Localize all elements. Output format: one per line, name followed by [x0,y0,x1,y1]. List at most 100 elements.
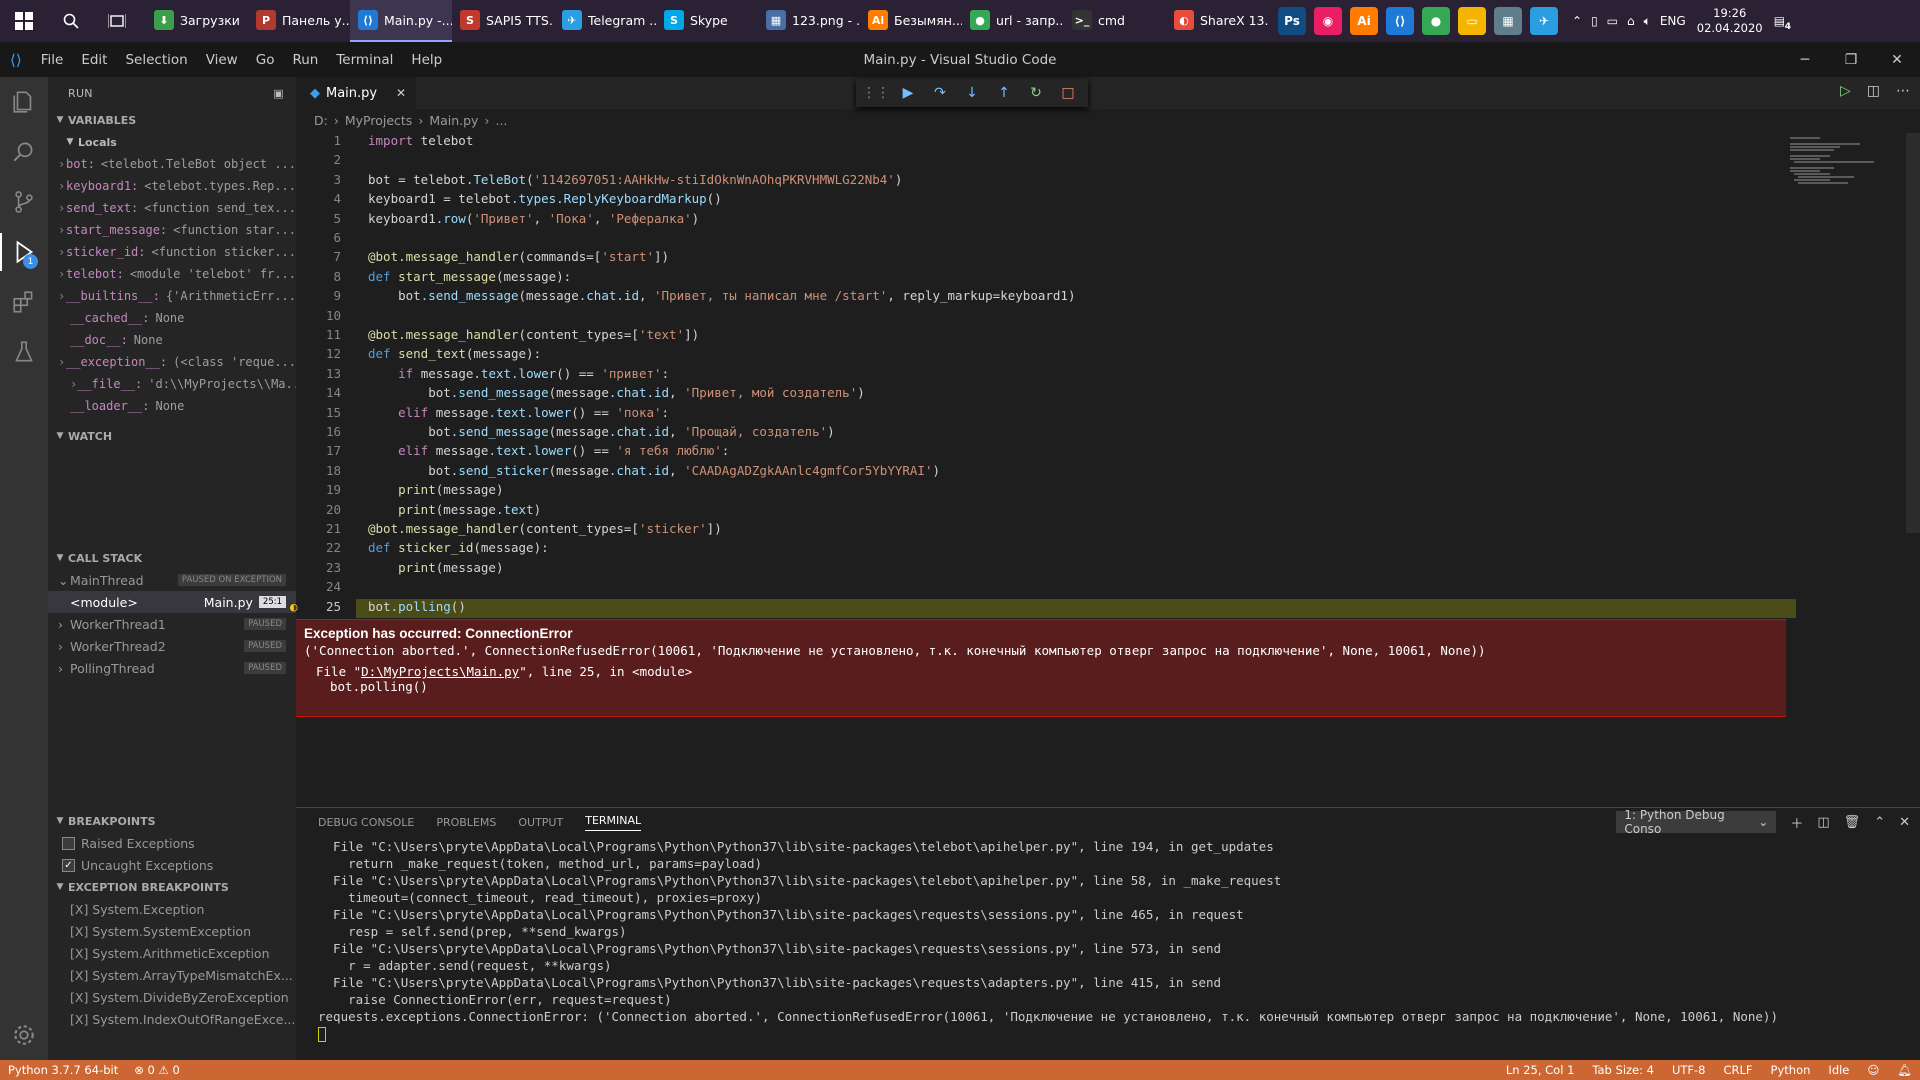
exception-breakpoint-row[interactable]: [X] System.ArithmeticException [48,942,296,964]
taskbar-app-7[interactable]: Ai Безымян... [860,0,962,42]
feedback-icon[interactable]: ☺ [1867,1063,1879,1077]
variable-row[interactable]: › __exception__: (<class 'reque... [48,351,296,373]
call-stack-frame[interactable]: ⌄ MainThread PAUSED ON EXCEPTION [48,569,296,591]
split-editor-icon[interactable]: ◫ [1867,83,1880,99]
network-icon[interactable]: ⌂ [1627,14,1635,28]
pinned-app-1[interactable]: ◉ [1310,0,1346,42]
taskbar-app-0[interactable]: ⬇ Загрузки [146,0,248,42]
run-debug-icon[interactable]: 1 [0,227,48,277]
cursor-position[interactable]: Ln 25, Col 1 [1506,1063,1575,1077]
task-view-icon[interactable] [94,0,140,42]
menu-item-view[interactable]: View [197,52,247,68]
status-extra[interactable]: Idle [1828,1063,1849,1077]
usb-icon[interactable]: ▯ [1591,14,1598,28]
variable-row[interactable]: › send_text: <function send_tex... [48,197,296,219]
windows-start-icon[interactable] [0,0,48,42]
problems-count[interactable]: ⊗ 0 ⚠ 0 [134,1063,180,1077]
breadcrumb-item[interactable]: Main.py [429,113,478,128]
taskbar-app-10[interactable]: ◐ ShareX 13.1 [1166,0,1268,42]
exception-breakpoints-section-header[interactable]: ▼ EXCEPTION BREAKPOINTS [48,876,296,898]
panel-tab-problems[interactable]: PROBLEMS [436,816,496,829]
exception-breakpoint-row[interactable]: [X] System.DivideByZeroException [48,986,296,1008]
terminal-output[interactable]: File "C:\Users\pryte\AppData\Local\Progr… [318,838,1778,1042]
close-panel-icon[interactable]: ✕ [1899,815,1910,830]
exception-breakpoint-row[interactable]: [X] System.SystemException [48,920,296,942]
battery-icon[interactable]: ▭ [1607,14,1618,28]
bell-icon[interactable]: 🔔︎ [1897,1063,1912,1077]
taskbar-app-8[interactable]: ● url - запр... [962,0,1064,42]
breadcrumb-item[interactable]: ... [495,113,507,128]
terminal-select[interactable]: 1: Python Debug Conso ⌄ [1616,808,1777,836]
menu-item-edit[interactable]: Edit [72,52,116,68]
maximize-button[interactable]: ❐ [1828,42,1874,77]
breakpoint-row[interactable]: ✓ Uncaught Exceptions [48,854,296,876]
variable-row[interactable]: __loader__: None [48,395,296,417]
terminal-prompt[interactable] [318,1025,1778,1042]
pinned-app-5[interactable]: ▭ [1454,0,1490,42]
volume-icon[interactable]: 🔈︎ [1644,14,1651,29]
menu-item-go[interactable]: Go [247,52,284,68]
language-indicator[interactable]: ENG [1660,14,1686,28]
taskbar-app-5[interactable]: S Skype [656,0,758,42]
trash-icon[interactable]: 🗑︎ [1844,815,1861,830]
menu-item-selection[interactable]: Selection [116,52,196,68]
step-over-icon[interactable]: ↷ [928,81,952,105]
menu-item-help[interactable]: Help [402,52,451,68]
notification-icon[interactable]: ▤ 4 [1774,14,1791,32]
panel-tab-terminal[interactable]: TERMINAL [585,814,642,831]
call-stack-frame[interactable]: › PollingThread PAUSED [48,657,296,679]
locals-scope[interactable]: ▼ Locals [48,131,296,153]
trace-file-link[interactable]: D:\MyProjects\Main.py [361,664,519,679]
call-stack-frame[interactable]: <module> Main.py 25:1 [48,591,296,613]
minimize-button[interactable]: ─ [1782,42,1828,77]
variable-row[interactable]: › keyboard1: <telebot.types.Rep... [48,175,296,197]
explorer-icon[interactable] [0,77,48,127]
pinned-app-0[interactable]: Ps [1274,0,1310,42]
clock[interactable]: 19:26 02.04.2020 [1695,6,1765,36]
encoding[interactable]: UTF-8 [1672,1063,1706,1077]
drag-handle-icon[interactable]: ⋮⋮ [862,81,890,105]
variables-section-header[interactable]: ▼ VARIABLES [48,109,296,131]
taskbar-app-1[interactable]: P Панель у... [248,0,350,42]
source-control-icon[interactable] [0,177,48,227]
taskbar-app-6[interactable]: ▦ 123.png - ... [758,0,860,42]
taskbar-app-9[interactable]: >_ cmd [1064,0,1166,42]
continue-icon[interactable]: ▶ [896,81,920,105]
more-actions-icon[interactable]: ⋯ [1896,83,1910,99]
tab-main-py[interactable]: ◆ Main.py ✕ [296,77,416,109]
search-icon[interactable] [0,127,48,177]
pinned-app-6[interactable]: ▦ [1490,0,1526,42]
run-file-icon[interactable]: ▷ [1840,83,1851,99]
chevron-up-icon[interactable]: ⌃ [1572,14,1582,28]
variable-row[interactable]: __cached__: None [48,307,296,329]
checkbox[interactable] [62,836,75,850]
variable-row[interactable]: › __builtins__: {'ArithmeticErr... [48,285,296,307]
minimap[interactable] [1780,133,1920,193]
exception-breakpoint-row[interactable]: [X] System.Exception [48,898,296,920]
pinned-app-4[interactable]: ● [1418,0,1454,42]
breadcrumb-item[interactable]: D: [314,113,328,128]
variable-row[interactable]: › telebot: <module 'telebot' fr... [48,263,296,285]
close-tab-icon[interactable]: ✕ [396,86,406,100]
new-terminal-icon[interactable]: ＋ [1790,813,1803,832]
exception-breakpoint-row[interactable]: [X] System.IndexOutOfRangeExce... [48,1008,296,1030]
pinned-app-3[interactable]: ⟨⟩ [1382,0,1418,42]
step-into-icon[interactable]: ↓ [960,81,984,105]
taskbar-app-4[interactable]: ✈ Telegram ... [554,0,656,42]
split-terminal-icon[interactable]: ◫ [1817,815,1829,830]
taskbar-app-2[interactable]: ⟨⟩ Main.py -... [350,0,452,42]
menu-item-run[interactable]: Run [283,52,327,68]
call-stack-frame[interactable]: › WorkerThread2 PAUSED [48,635,296,657]
stop-icon[interactable]: □ [1056,81,1080,105]
call-stack-section-header[interactable]: ▼ CALL STACK [48,547,296,569]
settings-gear-icon[interactable] [0,1010,48,1060]
variable-row[interactable]: › __file__: 'd:\\MyProjects\\Ma... [48,373,296,395]
pinned-app-2[interactable]: Ai [1346,0,1382,42]
close-button[interactable]: ✕ [1874,42,1920,77]
tab-size[interactable]: Tab Size: 4 [1592,1063,1654,1077]
call-stack-frame[interactable]: › WorkerThread1 PAUSED [48,613,296,635]
watch-section-header[interactable]: ▼ WATCH [48,425,296,447]
variable-row[interactable]: __doc__: None [48,329,296,351]
open-console-icon[interactable]: ▣ [273,87,284,100]
restart-icon[interactable]: ↻ [1024,81,1048,105]
